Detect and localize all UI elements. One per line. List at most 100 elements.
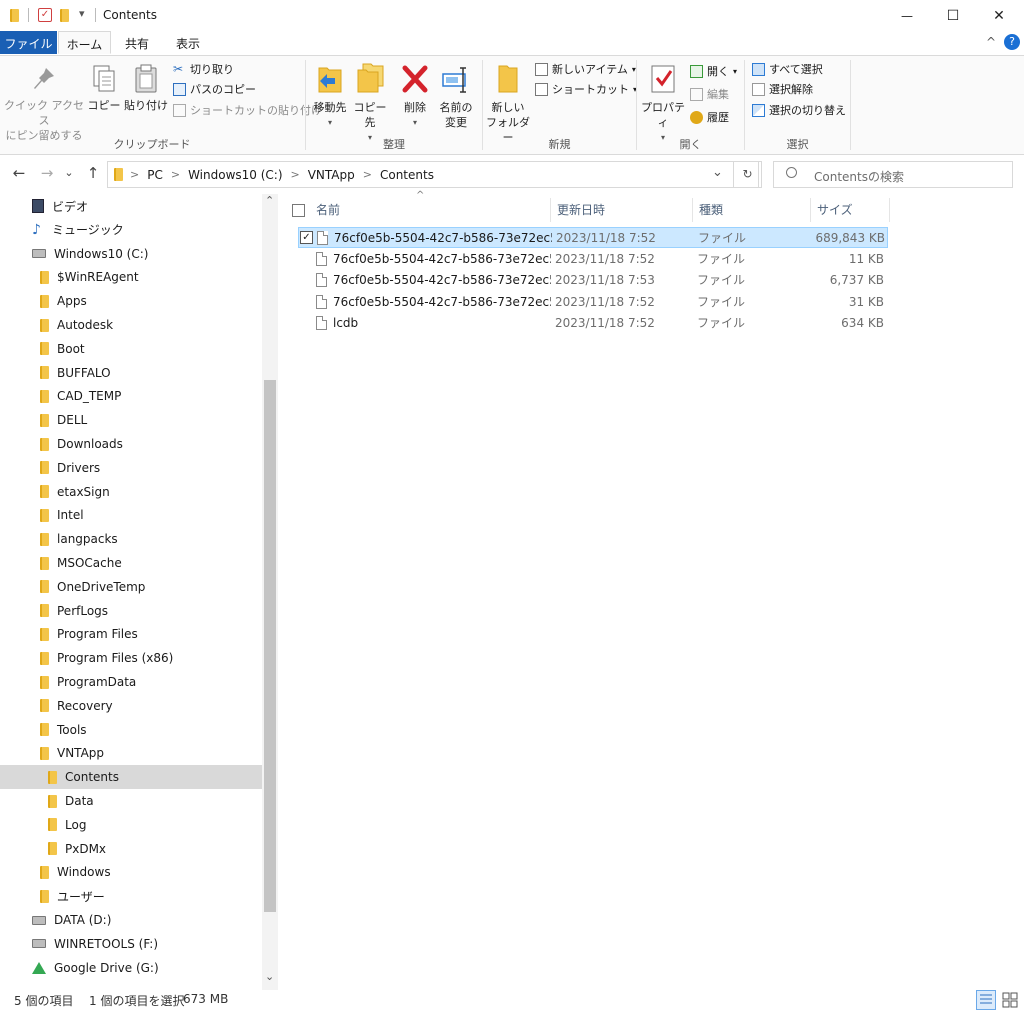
sidebar-item[interactable]: Contents [0,765,262,790]
file-row[interactable]: lcdb 2023/11/18 7:52 ファイル 634 KB [298,313,888,334]
copy-path-button[interactable]: パスのコピー [173,82,256,97]
tab-share[interactable]: 共有 [113,31,161,54]
select-none-button[interactable]: 選択解除 [752,82,813,97]
new-folder-button[interactable]: 新しい フォルダー [484,62,532,145]
address-bar[interactable]: > PC > Windows10 (C:) > VNTApp > Contents ⌄ [107,161,759,188]
sidebar-item[interactable]: Program Files (x86) [0,646,262,670]
sidebar-item[interactable]: DATA (D:) [0,908,262,932]
sidebar-item[interactable]: Windows [0,860,262,884]
copy-button[interactable]: コピー [87,64,121,113]
paste-button[interactable]: 貼り付け [124,64,168,113]
rename-button[interactable]: 名前の 変更 [436,62,476,130]
breadcrumb-item[interactable]: Contents [380,168,434,182]
column-header-size[interactable]: サイズ [811,198,890,222]
open-button[interactable]: 開く ▾ [690,64,737,79]
back-button[interactable]: ← [8,162,30,184]
file-row[interactable]: ✓ 76cf0e5b-5504-42c7-b586-73e72ec58... 202… [298,227,888,248]
breadcrumb-item[interactable]: VNTApp [308,168,355,182]
sidebar-item[interactable]: Downloads [0,432,262,456]
sidebar-item[interactable]: BUFFALO [0,361,262,385]
properties-button[interactable]: プロパティ ▾ [638,62,688,145]
sidebar-item[interactable]: Autodesk [0,313,262,337]
paste-shortcut-button[interactable]: ショートカットの貼り付け [173,103,322,118]
sidebar-item[interactable]: Drivers [0,456,262,480]
sidebar-item[interactable]: Tools [0,718,262,742]
sidebar-item[interactable]: ProgramData [0,670,262,694]
sidebar-scroll-thumb[interactable] [264,380,276,912]
delete-button[interactable]: 削除 ▾ [398,62,432,130]
minimize-button[interactable]: — [884,0,930,31]
sidebar-item[interactable]: Boot [0,337,262,361]
scroll-down-icon[interactable]: ⌄ [265,970,274,983]
file-row[interactable]: 76cf0e5b-5504-42c7-b586-73e72ec58... 2023… [298,249,888,270]
new-folder-icon[interactable] [60,9,69,22]
row-checkbox[interactable]: ✓ [300,231,313,244]
column-header-type[interactable]: 種類 [693,198,811,222]
file-row[interactable]: 76cf0e5b-5504-42c7-b586-73e72ec58... 2023… [298,270,888,291]
column-header-name[interactable]: 名前 [310,198,551,222]
breadcrumb-separator-icon[interactable]: > [130,168,139,182]
ribbon-collapse-icon[interactable]: ^ [986,35,996,49]
close-button[interactable]: ✕ [976,0,1022,31]
shortcut-button[interactable]: ショートカット ▾ [535,82,637,97]
address-dropdown-icon[interactable]: ⌄ [712,165,723,180]
qat-dropdown[interactable]: ▾ [79,7,85,20]
scroll-up-icon[interactable]: ⌃ [265,194,274,207]
sidebar-item[interactable]: WINRETOOLS (F:) [0,932,262,956]
sidebar-item[interactable]: DELL [0,408,262,432]
history-button[interactable]: 履歴 [690,110,729,125]
sidebar-item[interactable]: Google Drive (G:) [0,956,262,980]
new-item-button[interactable]: 新しいアイテム ▾ [535,62,636,77]
sidebar-item[interactable]: ユーザー [0,884,262,908]
sidebar-item[interactable]: Recovery [0,694,262,718]
up-button[interactable]: ↑ [82,162,104,184]
sidebar-item[interactable]: Log [0,813,262,837]
edit-button[interactable]: 編集 [690,87,729,102]
refresh-button[interactable]: ↻ [733,161,762,188]
recent-locations-button[interactable]: ⌄ [58,162,80,184]
breadcrumb-separator-icon[interactable]: > [291,168,300,182]
select-all-button[interactable]: すべて選択 [752,62,823,77]
sidebar-item[interactable]: Data [0,789,262,813]
sidebar-item[interactable]: etaxSign [0,480,262,504]
move-to-button[interactable]: 移動先 ▾ [310,62,350,130]
search-box[interactable]: Contentsの検索 [773,161,1013,188]
column-header-date[interactable]: 更新日時 [551,198,693,222]
sidebar-item[interactable]: CAD_TEMP [0,384,262,408]
sidebar-item[interactable]: Windows10 (C:) [0,242,262,266]
details-view-button[interactable] [976,990,996,1010]
tab-file[interactable]: ファイル [0,31,57,54]
breadcrumb-separator-icon[interactable]: > [171,168,180,182]
cut-button[interactable]: ✂ 切り取り [173,62,234,77]
maximize-button[interactable]: ☐ [930,0,976,31]
pin-quick-access-button[interactable]: クイック アクセス にピン留めする [4,66,84,143]
sidebar-item[interactable]: $WinREAgent [0,265,262,289]
forward-button[interactable]: → [36,162,58,184]
properties-checkbox-icon[interactable]: ✓ [38,8,52,22]
sidebar-item[interactable]: PxDMx [0,837,262,861]
tab-home[interactable]: ホーム [58,31,111,54]
sidebar-item[interactable]: MSOCache [0,551,262,575]
copy-to-button[interactable]: コピー先 ▾ [350,62,390,145]
sidebar-item[interactable]: OneDriveTemp [0,575,262,599]
breadcrumb-item[interactable]: Windows10 (C:) [188,168,282,182]
file-row[interactable]: 76cf0e5b-5504-42c7-b586-73e72ec58... 2023… [298,292,888,313]
help-icon[interactable]: ? [1004,34,1020,50]
sidebar-item[interactable]: Apps [0,289,262,313]
copy-to-icon [357,63,384,93]
sidebar-item[interactable]: PerfLogs [0,599,262,623]
select-all-checkbox[interactable] [292,204,305,217]
sidebar-item[interactable]: VNTApp [0,741,262,765]
sidebar-item[interactable]: Intel [0,503,262,527]
breadcrumb-separator-icon[interactable]: > [363,168,372,182]
invert-selection-button[interactable]: 選択の切り替え [752,103,846,118]
scissors-icon: ✂ [173,62,184,76]
cut-label: 切り取り [190,63,234,76]
tab-view[interactable]: 表示 [164,31,212,54]
sidebar-item[interactable]: ♪ ミュージック [0,218,262,242]
sidebar-item[interactable]: Program Files [0,622,262,646]
large-icons-view-button[interactable] [1000,990,1020,1010]
sidebar-item[interactable]: langpacks [0,527,262,551]
breadcrumb-item[interactable]: PC [147,168,163,182]
sidebar-item[interactable]: ビデオ [0,194,262,218]
